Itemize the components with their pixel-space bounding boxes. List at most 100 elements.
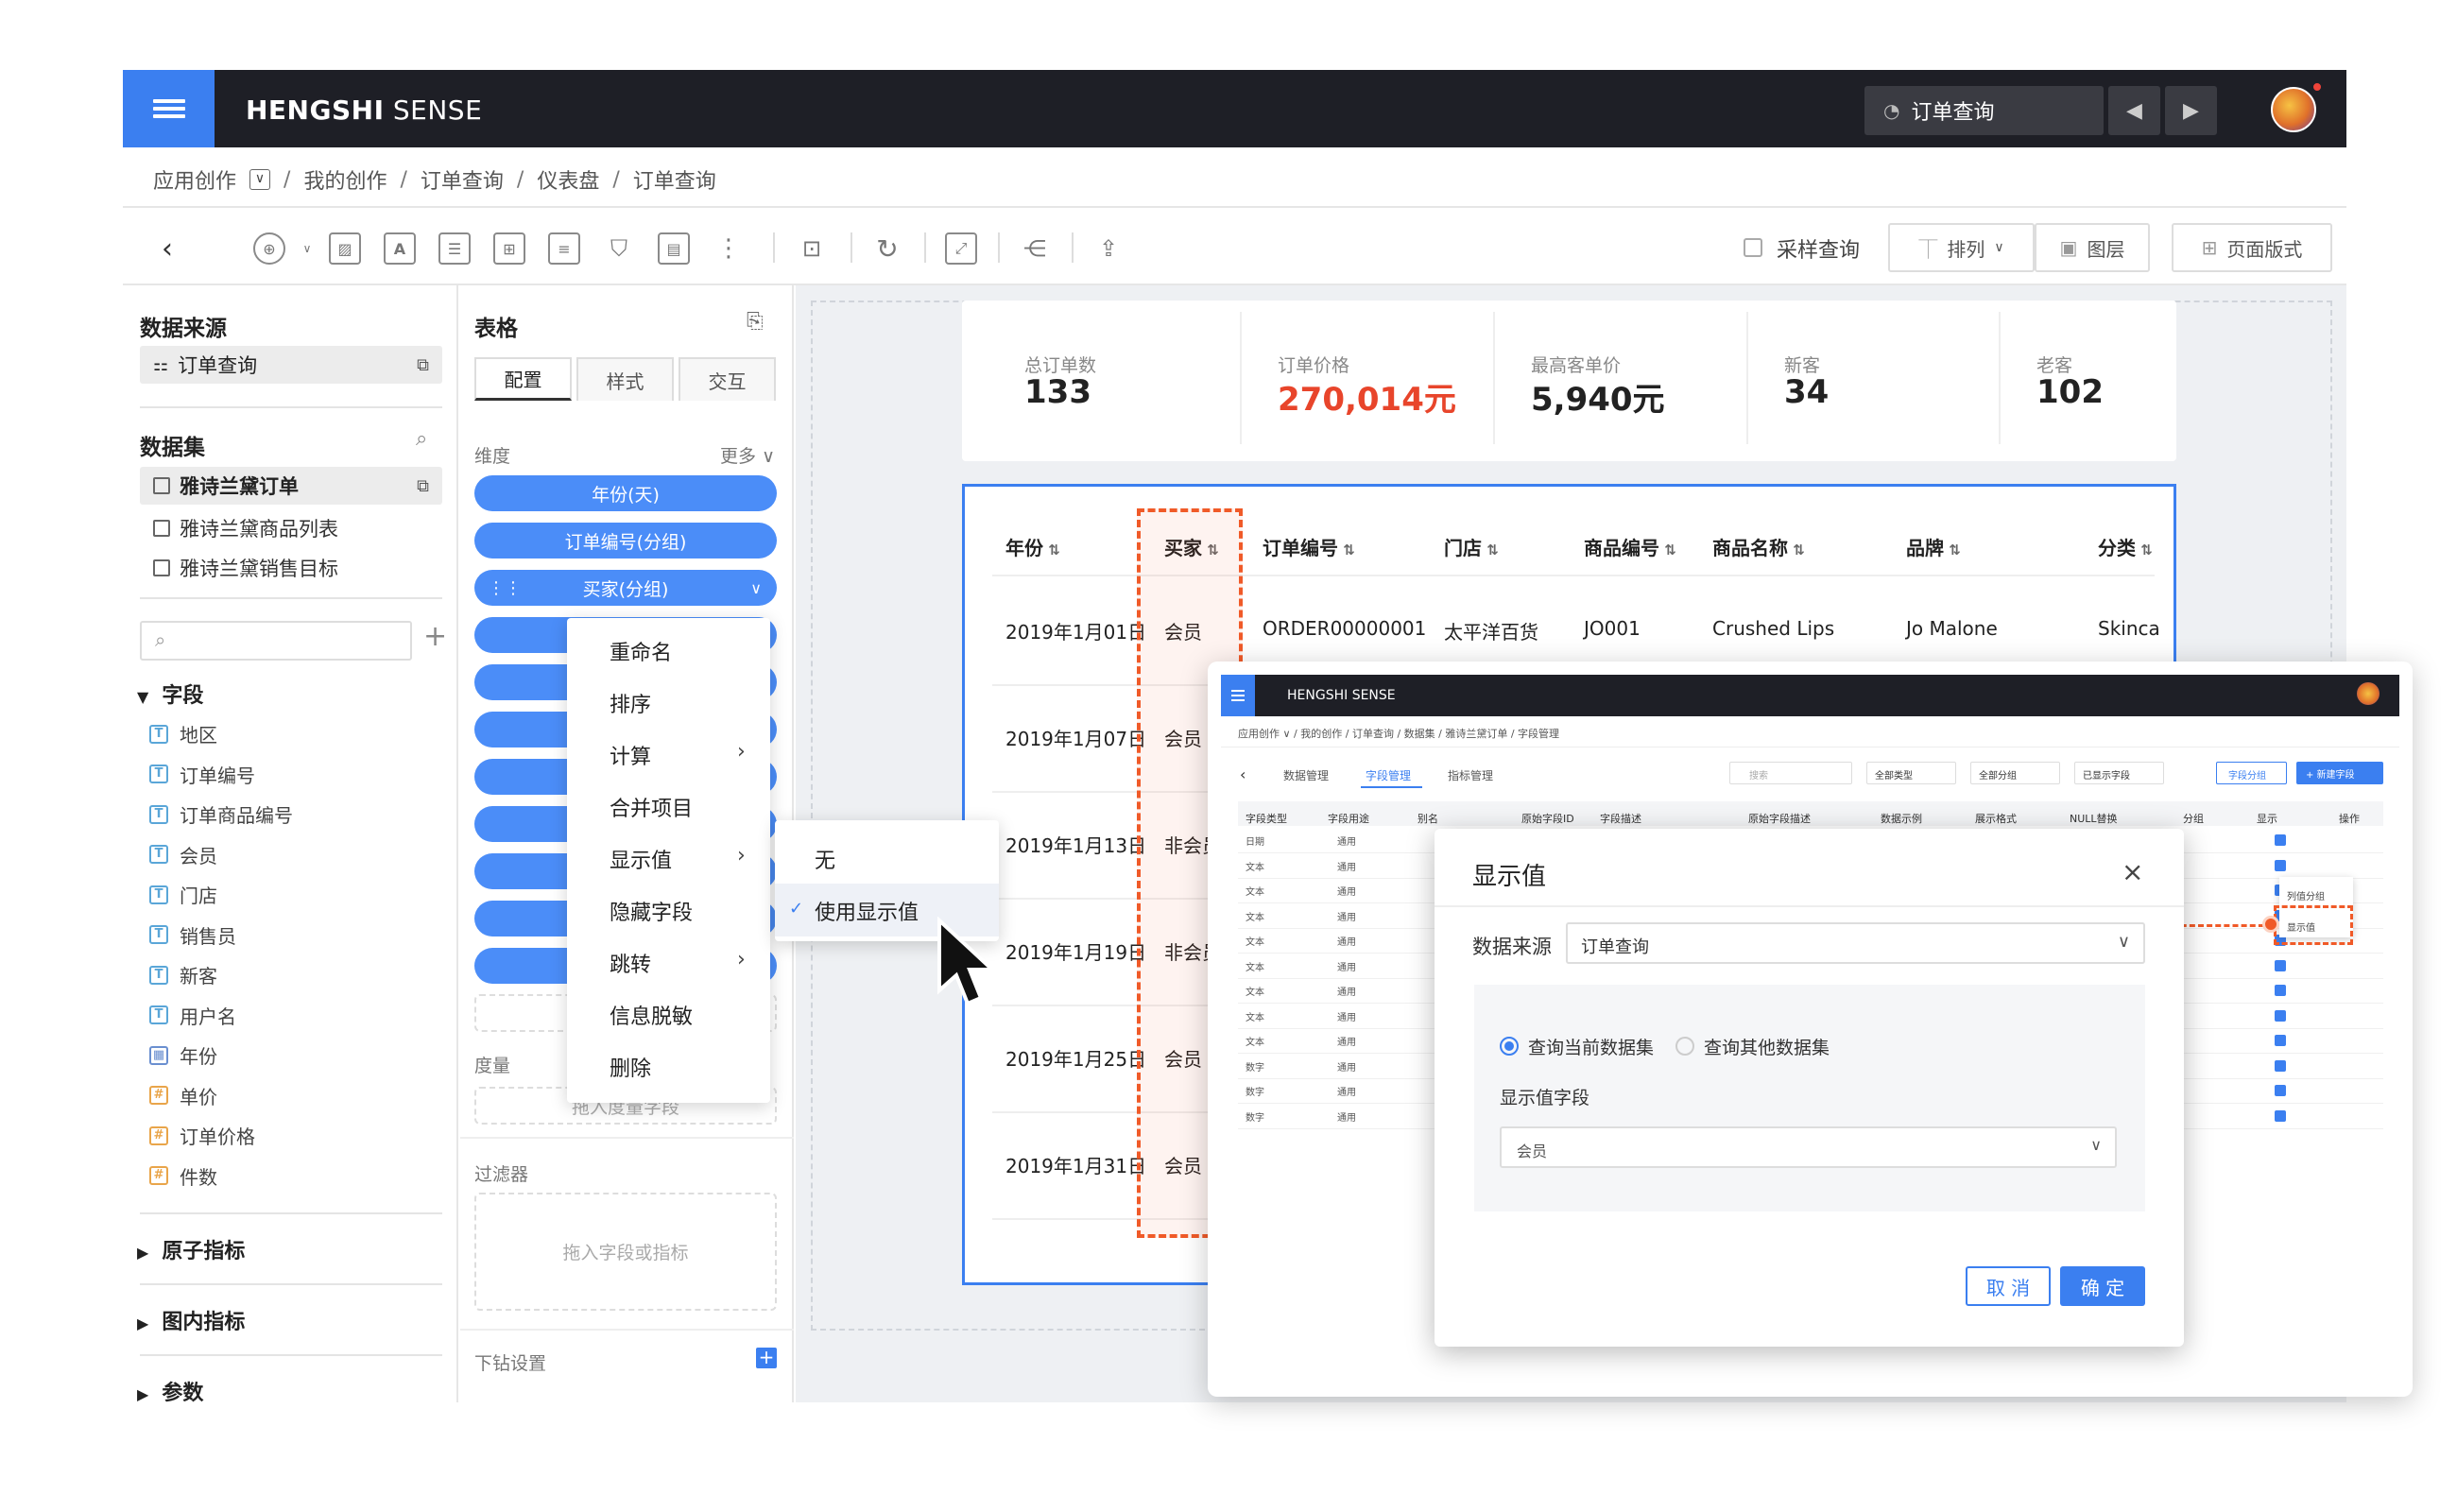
params-header[interactable]: ▶ 参数 [137, 1376, 203, 1406]
field-item[interactable]: T 销售员 [149, 921, 236, 949]
sort-icon[interactable]: ⇅ [2136, 541, 2153, 558]
breadcrumb-item[interactable]: 仪表盘 [537, 164, 599, 195]
field-item[interactable]: T 订单商品编号 [149, 800, 293, 828]
field-item[interactable]: T 订单编号 [149, 761, 255, 788]
copy-icon[interactable]: ⧉ [417, 476, 429, 496]
fields-section-header[interactable]: ▼ 字段 [137, 679, 203, 709]
filter-add-icon[interactable]: ⛉ [603, 232, 635, 265]
cancel-button[interactable]: 取 消 [1966, 1266, 2051, 1306]
add-icon[interactable]: + [423, 620, 447, 653]
breadcrumb-item[interactable]: 订单查询 [421, 164, 504, 195]
tab-config[interactable]: 配置 [474, 357, 572, 401]
search-icon[interactable]: ⌕ [416, 427, 427, 451]
radio-other-dataset[interactable] [1675, 1037, 1694, 1056]
column-header[interactable]: 门店 ⇅ [1444, 533, 1499, 560]
submenu-item-none[interactable]: 无 [815, 844, 835, 874]
fullscreen-icon[interactable]: ⤢ [945, 232, 977, 265]
radio-current-dataset[interactable] [1500, 1037, 1519, 1056]
context-menu-item[interactable]: 合并项目 [610, 792, 693, 822]
field-item[interactable]: # 单价 [149, 1082, 217, 1109]
context-menu-item[interactable]: 重命名 [610, 636, 672, 666]
hamburger-menu-button[interactable] [123, 70, 215, 147]
field-item[interactable]: T 新客 [149, 961, 217, 988]
datasource-item[interactable]: ⚏ 订单查询 ⧉ [140, 346, 442, 384]
field-item[interactable]: T 用户名 [149, 1002, 236, 1029]
confirm-button[interactable]: 确 定 [2060, 1266, 2145, 1306]
refresh-icon[interactable]: ↻ [871, 232, 903, 265]
column-header[interactable]: 订单编号 ⇅ [1263, 533, 1355, 560]
back-icon[interactable]: ‹ [151, 232, 183, 266]
tab-style[interactable]: 样式 [576, 357, 674, 401]
chevron-down-icon[interactable]: ∨ [750, 579, 762, 597]
field-search-input[interactable]: ⌕ [140, 621, 412, 661]
arrange-button[interactable]: ⏉ 排列 ∨ [1888, 223, 2035, 272]
container-icon[interactable]: ☰ [438, 232, 471, 265]
layers-button[interactable]: ▣ 图层 [2035, 223, 2150, 272]
breadcrumb-item[interactable]: 应用创作 [153, 164, 236, 195]
column-header[interactable]: 商品编号 ⇅ [1584, 533, 1676, 560]
field-item[interactable]: # 件数 [149, 1162, 217, 1190]
close-icon[interactable]: × [2122, 856, 2143, 887]
dashboard-switcher[interactable]: ◔ 订单查询 [1864, 86, 2104, 135]
field-item[interactable]: T 门店 [149, 881, 217, 908]
excel-export-icon[interactable]: ⎘ [747, 310, 764, 334]
avatar[interactable] [2271, 87, 2316, 132]
field-item[interactable]: ▦ 年份 [149, 1041, 217, 1069]
context-menu-item[interactable]: 计算 [610, 740, 651, 770]
breadcrumb-item[interactable]: 我的创作 [303, 164, 387, 195]
export-icon[interactable]: ⇪ [1092, 232, 1125, 265]
atomic-metrics-header[interactable]: ▶ 原子指标 [137, 1234, 245, 1264]
dataset-item[interactable]: 雅诗兰黛销售目标 [153, 554, 338, 582]
copy-icon[interactable]: ⧉ [417, 355, 429, 375]
dataset-item[interactable]: 雅诗兰黛商品列表 [153, 514, 338, 542]
field-item[interactable]: T 会员 [149, 841, 217, 868]
tab-interaction[interactable]: 交互 [679, 357, 776, 401]
more-vertical-icon[interactable]: ⋮ [713, 232, 745, 265]
table-icon[interactable]: ▤ [658, 232, 690, 265]
present-icon[interactable]: ⊡ [796, 232, 828, 265]
chart-metrics-header[interactable]: ▶ 图内指标 [137, 1305, 245, 1335]
dimension-pill-active[interactable]: ⋮⋮ 买家(分组) ∨ [474, 570, 777, 606]
dimension-pill[interactable]: 年份(天) [474, 475, 777, 511]
context-menu-item[interactable]: 信息脱敏 [610, 1000, 693, 1030]
text-icon[interactable]: A [384, 232, 416, 265]
sort-icon[interactable]: ⇅ [1659, 541, 1676, 558]
column-header[interactable]: 分类 ⇅ [2098, 533, 2153, 560]
column-header[interactable]: 品牌 ⇅ [1906, 533, 1961, 560]
context-menu-item[interactable]: 显示值 [610, 844, 672, 874]
context-menu-item[interactable]: 跳转 [610, 948, 651, 978]
display-field-select[interactable]: 会员 ∨ [1500, 1126, 2117, 1168]
sort-icon[interactable]: ⇅ [1043, 541, 1060, 558]
chart-add-icon[interactable]: ⊕ [253, 232, 285, 265]
dataset-item[interactable]: 雅诗兰黛订单 ⧉ [140, 467, 442, 505]
sort-icon[interactable]: ⇅ [1944, 541, 1961, 558]
sample-query-checkbox[interactable] [1744, 238, 1762, 257]
sort-icon[interactable]: ⇅ [1788, 541, 1805, 558]
filter-drop-zone[interactable]: 拖入字段或指标 [474, 1193, 777, 1311]
form-icon[interactable]: ≡ [548, 232, 580, 265]
sort-icon[interactable]: ⇅ [1482, 541, 1499, 558]
inset-type-cell: 文本 [1246, 988, 1264, 998]
prev-page-button[interactable]: ◀ [2108, 86, 2160, 135]
page-layout-button[interactable]: ⊞ 页面版式 [2172, 223, 2332, 272]
next-page-button[interactable]: ▶ [2165, 86, 2217, 135]
dimension-pill[interactable]: 订单编号(分组) [474, 523, 777, 558]
more-link[interactable]: 更多 ∨ [720, 442, 775, 468]
component-icon[interactable]: ⊞ [493, 232, 525, 265]
column-header[interactable]: 商品名称 ⇅ [1712, 533, 1805, 560]
image-icon[interactable]: ▨ [329, 232, 361, 265]
field-item[interactable]: # 订单价格 [149, 1122, 255, 1149]
sort-icon[interactable]: ⇅ [1338, 541, 1355, 558]
chevron-down-icon[interactable]: ∨ [291, 232, 323, 265]
column-header[interactable]: 年份 ⇅ [1005, 533, 1060, 560]
context-menu-item[interactable]: 删除 [610, 1052, 651, 1082]
submenu-item-use-display-value[interactable]: 使用显示值 [815, 896, 919, 926]
drag-handle-icon[interactable]: ⋮⋮ [488, 578, 522, 598]
context-menu-item[interactable]: 隐藏字段 [610, 896, 693, 926]
add-drill-button[interactable]: + [756, 1348, 777, 1368]
field-item[interactable]: T 地区 [149, 720, 217, 747]
chevron-down-icon[interactable]: ∨ [249, 169, 271, 190]
context-menu-item[interactable]: 排序 [610, 688, 651, 718]
source-select[interactable]: 订单查询 ∨ [1566, 922, 2145, 964]
share-icon[interactable]: ⋲ [1019, 232, 1051, 265]
